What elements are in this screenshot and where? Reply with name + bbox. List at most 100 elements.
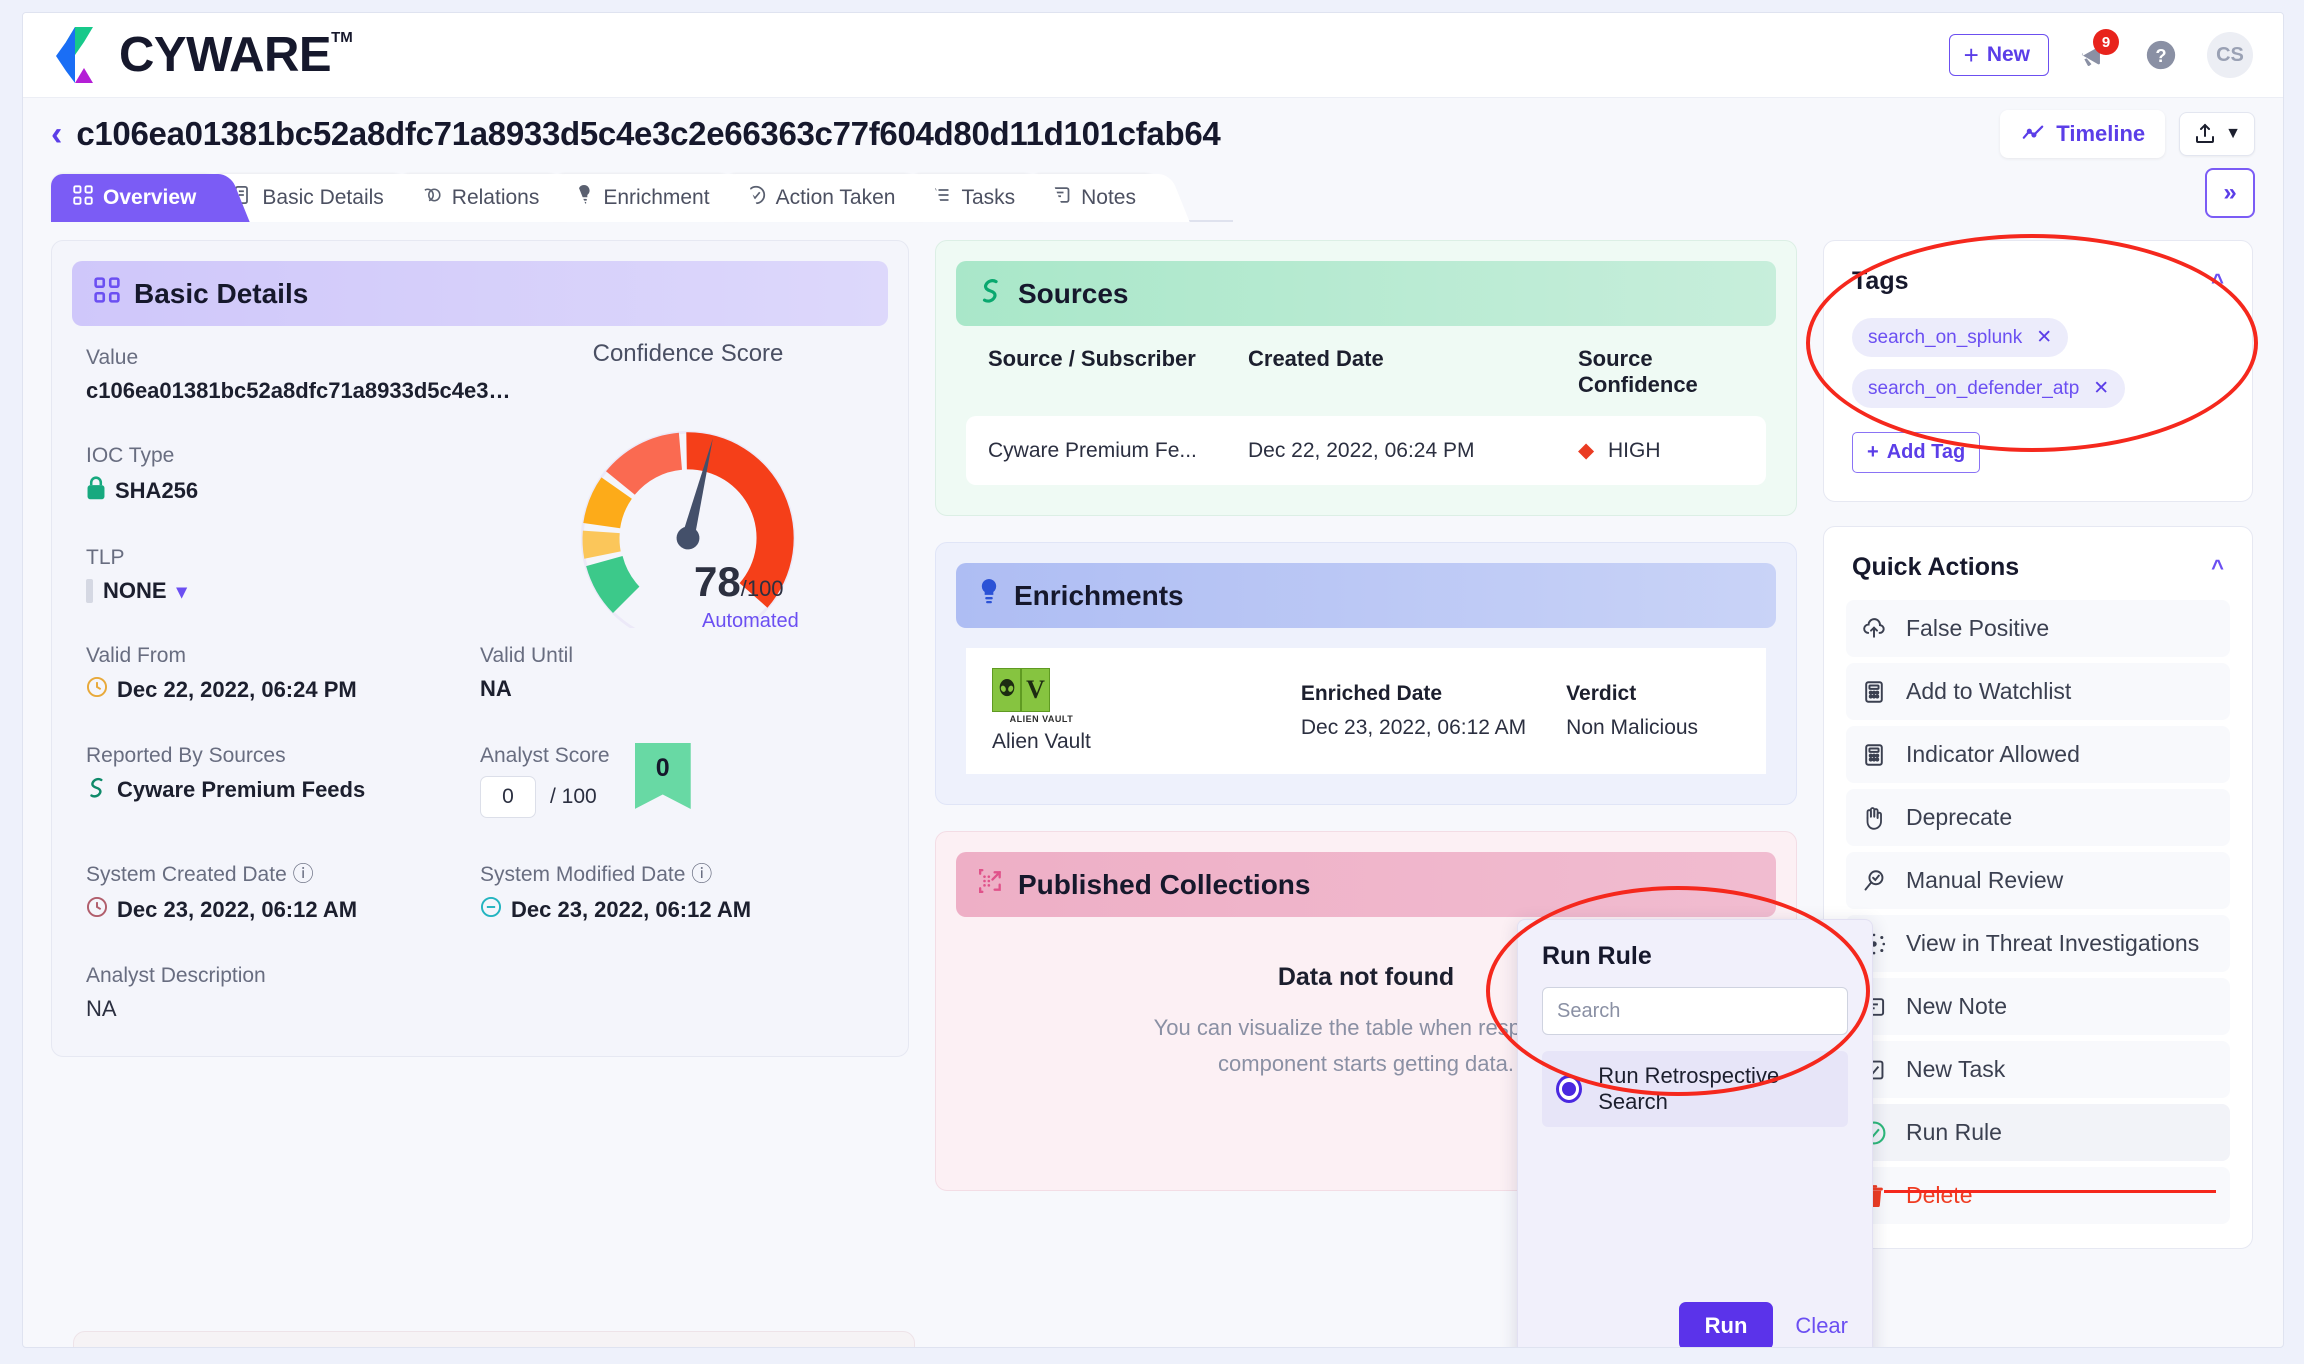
quick-action-false-positive[interactable]: False Positive bbox=[1846, 600, 2230, 657]
bulb-icon bbox=[978, 579, 1000, 612]
quick-actions-panel: Quick Actions ^ False Positive bbox=[1823, 526, 2253, 1249]
validity-row: Valid From Dec 22, 2022, 06:24 PM Valid … bbox=[86, 644, 874, 704]
new-button-label: New bbox=[1987, 43, 2030, 67]
valid-until-label: Valid Until bbox=[480, 644, 874, 668]
run-retrospective-search-option[interactable]: Run Retrospective Search bbox=[1542, 1051, 1848, 1127]
chevron-down-icon[interactable]: ▾ bbox=[177, 579, 187, 604]
export-button[interactable]: ▼ bbox=[2179, 112, 2255, 156]
system-created-value: Dec 23, 2022, 06:12 AM bbox=[86, 896, 480, 924]
list-item[interactable]: V ALIEN VAULT Alien Vault Enriched Date … bbox=[966, 648, 1766, 774]
help-icon[interactable]: ? bbox=[2141, 35, 2181, 75]
valid-from-label: Valid From bbox=[86, 644, 480, 668]
chevron-up-icon[interactable]: ^ bbox=[2211, 269, 2224, 295]
tab-notes-label: Notes bbox=[1081, 186, 1136, 210]
column-created-date: Created Date bbox=[1248, 346, 1578, 398]
clipboard-icon bbox=[1860, 742, 1888, 768]
main-content: Basic Details Confidence Score bbox=[23, 222, 2283, 1302]
quick-action-manual-review[interactable]: Manual Review bbox=[1846, 852, 2230, 909]
tlp-value: NONE bbox=[103, 578, 167, 604]
tab-tasks-label: Tasks bbox=[961, 186, 1015, 210]
quick-action-new-note[interactable]: New Note bbox=[1846, 978, 2230, 1035]
announcements-button[interactable]: 9 bbox=[2075, 35, 2115, 75]
enrichment-provider-name: Alien Vault bbox=[992, 730, 1091, 754]
sources-card: Sources Source / Subscriber Created Date… bbox=[935, 240, 1797, 516]
tag-chip[interactable]: search_on_defender_atp ✕ bbox=[1852, 369, 2125, 408]
quick-action-label: View in Threat Investigations bbox=[1906, 930, 2199, 957]
alien-vault-logo-icon: V bbox=[992, 668, 1050, 712]
system-modified-text: Dec 23, 2022, 06:12 AM bbox=[511, 897, 751, 923]
run-rule-popup-footer: Run Clear bbox=[1518, 1302, 1848, 1348]
system-created-field: System Created Date ⓘ Dec 23, 2022, 06:1… bbox=[86, 858, 480, 924]
tab-overview[interactable]: Overview bbox=[51, 174, 224, 222]
sources-title: Sources bbox=[1018, 278, 1129, 310]
analyst-description-label: Analyst Description bbox=[86, 964, 874, 988]
avatar[interactable]: CS bbox=[2207, 32, 2253, 78]
valid-from-value: Dec 22, 2022, 06:24 PM bbox=[86, 676, 480, 704]
tags-panel: Tags ^ search_on_splunk ✕ search_on_defe… bbox=[1823, 240, 2253, 502]
close-icon[interactable]: ✕ bbox=[2093, 377, 2109, 400]
confidence-score-value: 78/100 bbox=[694, 558, 784, 606]
add-tag-button[interactable]: + Add Tag bbox=[1852, 432, 1980, 473]
sources-table-header: Source / Subscriber Created Date Source … bbox=[966, 346, 1766, 416]
basic-details-body: Confidence Score bbox=[52, 346, 908, 1056]
analyst-description-value: NA bbox=[86, 996, 874, 1022]
plus-icon: + bbox=[1867, 441, 1879, 464]
quick-action-view-in-threat-investigations[interactable]: View in Threat Investigations bbox=[1846, 915, 2230, 972]
value-text: c106ea01381bc52a8dfc71a8933d5c4e3… bbox=[86, 378, 516, 404]
timeline-button[interactable]: Timeline bbox=[2000, 110, 2165, 158]
cloud-arrow-icon bbox=[1860, 616, 1888, 642]
quick-action-add-to-watchlist[interactable]: Add to Watchlist bbox=[1846, 663, 2230, 720]
clipboard-icon bbox=[1860, 679, 1888, 705]
new-button[interactable]: + New bbox=[1949, 34, 2049, 76]
chevron-up-icon[interactable]: ^ bbox=[2211, 555, 2224, 581]
run-rule-popup: Run Rule Run Retrospective Search Run Cl… bbox=[1517, 919, 1873, 1348]
source-score-row: Reported By Sources Cyware Premium Feeds… bbox=[86, 744, 874, 818]
tlp-color-bar bbox=[86, 579, 93, 603]
confidence-score-number: 78 bbox=[694, 558, 741, 605]
info-icon[interactable]: ⓘ bbox=[293, 863, 314, 886]
lock-icon bbox=[86, 476, 106, 506]
minus-circle-icon bbox=[480, 896, 502, 924]
system-dates-row: System Created Date ⓘ Dec 23, 2022, 06:1… bbox=[86, 858, 874, 924]
quick-action-new-task[interactable]: New Task bbox=[1846, 1041, 2230, 1098]
clear-button[interactable]: Clear bbox=[1795, 1313, 1848, 1339]
hand-icon bbox=[1860, 805, 1888, 831]
add-tag-label: Add Tag bbox=[1887, 441, 1966, 464]
quick-action-label: Delete bbox=[1906, 1182, 1972, 1209]
quick-action-indicator-allowed[interactable]: Indicator Allowed bbox=[1846, 726, 2230, 783]
quick-action-label: Deprecate bbox=[1906, 804, 2012, 831]
clock-icon bbox=[86, 896, 108, 924]
valid-until-field: Valid Until NA bbox=[480, 644, 874, 704]
page-title: c106ea01381bc52a8dfc71a8933d5c4e3c2e6636… bbox=[76, 115, 1220, 153]
tag-chip[interactable]: search_on_splunk ✕ bbox=[1852, 318, 2068, 357]
radio-selected-icon[interactable] bbox=[1556, 1075, 1582, 1103]
run-rule-search-input[interactable] bbox=[1542, 987, 1848, 1035]
quick-action-label: Indicator Allowed bbox=[1906, 741, 2080, 768]
expand-sidebar-button[interactable]: » bbox=[2205, 168, 2255, 218]
table-row[interactable]: Cyware Premium Fe... Dec 22, 2022, 06:24… bbox=[966, 416, 1766, 485]
info-icon[interactable]: ⓘ bbox=[691, 863, 712, 886]
quick-action-deprecate[interactable]: Deprecate bbox=[1846, 789, 2230, 846]
analyst-score-field: Analyst Score / 100 0 bbox=[480, 744, 874, 818]
system-modified-field: System Modified Date ⓘ Dec 23, 2022, 06:… bbox=[480, 858, 874, 924]
run-button[interactable]: Run bbox=[1679, 1302, 1774, 1348]
next-card-stub bbox=[73, 1331, 915, 1348]
quick-actions-title: Quick Actions bbox=[1852, 553, 2019, 582]
reported-by-field: Reported By Sources Cyware Premium Feeds bbox=[86, 744, 480, 818]
enrichments-list: V ALIEN VAULT Alien Vault Enriched Date … bbox=[936, 648, 1796, 804]
confidence-score-source: Automated bbox=[702, 610, 799, 633]
quick-action-delete[interactable]: Delete bbox=[1846, 1167, 2230, 1224]
close-icon[interactable]: ✕ bbox=[2036, 326, 2052, 349]
quick-action-run-rule[interactable]: Run Rule bbox=[1846, 1104, 2230, 1161]
ioc-type-text: SHA256 bbox=[115, 478, 198, 504]
tag-label: search_on_defender_atp bbox=[1868, 378, 2079, 400]
cyware-logo[interactable]: CYWARE TM bbox=[53, 25, 353, 85]
back-chevron-icon[interactable]: ‹ bbox=[51, 117, 62, 151]
tags-list: search_on_splunk ✕ search_on_defender_at… bbox=[1824, 306, 2252, 501]
tab-relations-label: Relations bbox=[452, 186, 540, 210]
plus-icon: + bbox=[1964, 45, 1979, 65]
notification-badge: 9 bbox=[2093, 29, 2119, 55]
tab-list: Overview Basic Details Relations Enrichm… bbox=[51, 174, 1150, 222]
cyware-logo-mark bbox=[53, 25, 109, 85]
analyst-score-input[interactable] bbox=[480, 776, 536, 818]
